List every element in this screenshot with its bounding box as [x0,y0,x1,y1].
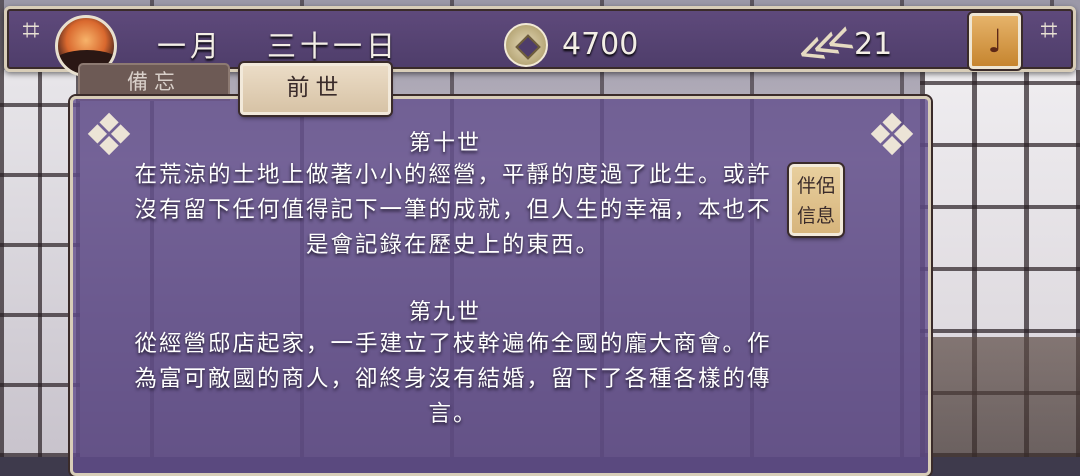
lattice-corner-icon: ⌗ [22,13,40,48]
partner-button-line2: 信息 [796,205,835,227]
fish-icon: ⋘ [790,14,860,78]
tab-past-life[interactable]: 前世 [240,63,391,115]
life-description: 在荒涼的土地上做著小小的經營，平靜的度過了此生。或許沒有留下任何值得記下一筆的成… [134,162,772,258]
life-description: 從經營邸店起家，一手建立了枝幹遍佈全國的龐大商會。作為富可敵國的商人，卻終身沒有… [134,331,772,427]
pipa-button[interactable]: ♩ [969,13,1021,69]
pipa-icon: ♩ [987,22,1003,60]
partner-info-button[interactable]: 伴侶 信息 [789,164,843,236]
room-floor [920,337,1080,457]
date-day: 三十一日 [267,29,400,63]
coin-icon [504,23,548,67]
lattice-corner-icon: ⌗ [1040,13,1058,48]
money-amount: 4700 [562,27,639,62]
date-month: 一月 [157,29,224,63]
life-title: 第九世 [408,300,481,325]
fish-count: 21 [854,27,893,62]
partner-button-line1: 伴侶 [796,175,835,197]
life-title: 第十世 [408,131,481,156]
